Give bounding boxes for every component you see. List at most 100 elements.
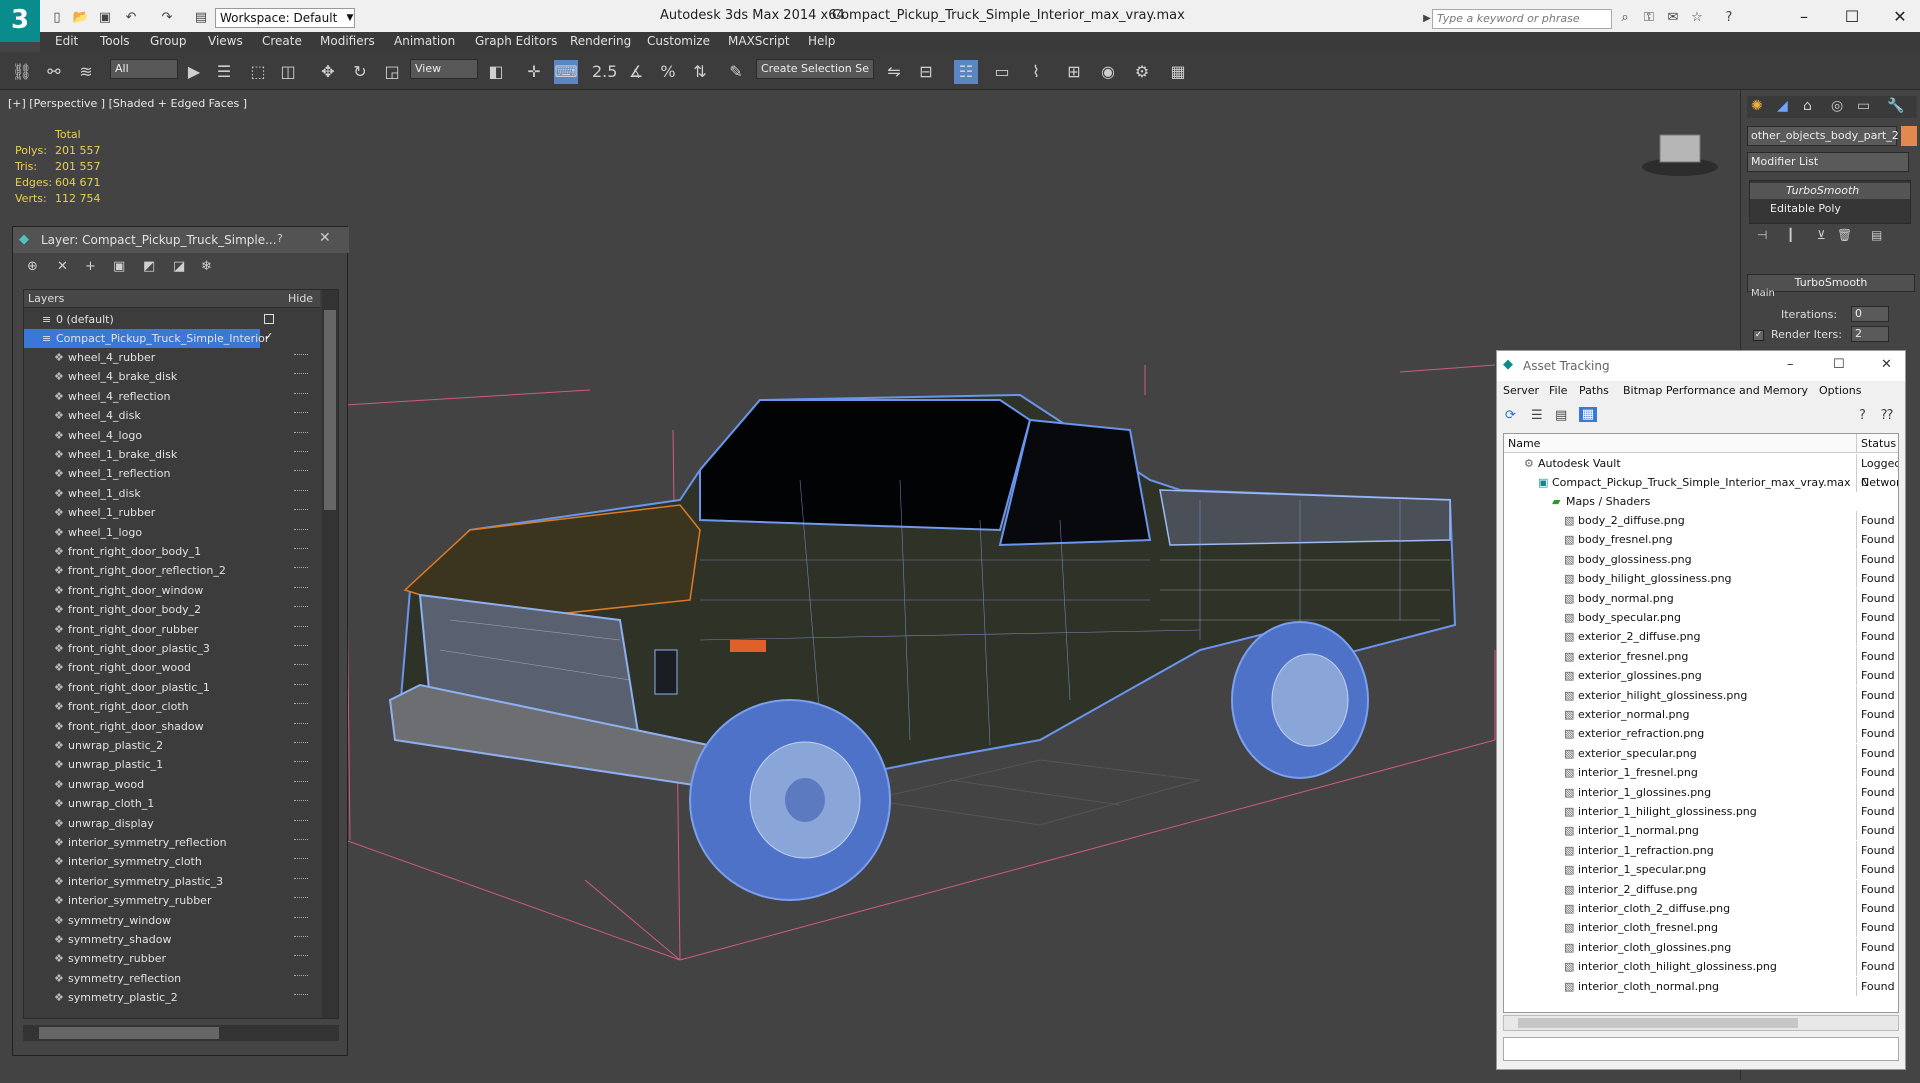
asset-map-row[interactable]: ▧ interior_cloth_glossines.png Found: [1504, 937, 1898, 957]
menu-paths[interactable]: Paths: [1579, 384, 1609, 397]
hide-toggle[interactable]: [294, 645, 308, 651]
help-icon[interactable]: ?: [1720, 9, 1738, 27]
hide-toggle[interactable]: [294, 683, 308, 690]
asset-path-field[interactable]: [1503, 1037, 1899, 1061]
scrollbar-thumb[interactable]: [1518, 1018, 1798, 1028]
menu-help[interactable]: Help: [808, 34, 835, 48]
freeze-all-layers-icon[interactable]: ❄: [201, 259, 212, 274]
layer-dialog-titlebar[interactable]: ◆ Layer: Compact_Pickup_Truck_Simple... …: [13, 227, 349, 253]
layer-row[interactable]: ❖ front_right_door_window: [24, 581, 320, 600]
object-color-swatch[interactable]: [1901, 126, 1917, 146]
current-layer-box[interactable]: [264, 314, 274, 324]
hide-toggle[interactable]: [294, 722, 308, 729]
help-button[interactable]: ?: [277, 232, 283, 245]
refresh-icon[interactable]: ⟳: [1505, 408, 1516, 423]
schematic-view-icon[interactable]: ⊞: [1062, 60, 1086, 84]
select-manipulate-icon[interactable]: ✛: [522, 60, 546, 84]
iterations-spinner[interactable]: 0: [1851, 306, 1889, 322]
rectangular-selection-icon[interactable]: ⬚: [246, 60, 270, 84]
hide-toggle[interactable]: [294, 703, 308, 709]
hide-toggle[interactable]: [294, 412, 308, 418]
named-selection-sets-dropdown[interactable]: Create Selection Se: [756, 59, 874, 79]
redo-icon[interactable]: ↷: [158, 9, 176, 27]
hide-toggle[interactable]: [294, 916, 308, 923]
asset-map-row[interactable]: ▧ interior_cloth_normal.png Found: [1504, 976, 1898, 996]
binoculars-icon[interactable]: ⌕: [1616, 9, 1634, 27]
create-layer-icon[interactable]: ⊕: [27, 259, 38, 274]
layer-row[interactable]: ❖ wheel_4_logo: [24, 426, 320, 445]
asset-map-row[interactable]: ▧ exterior_glossines.png Found: [1504, 666, 1898, 686]
select-and-link-icon[interactable]: ⛓: [10, 60, 34, 84]
hide-toggle[interactable]: [294, 625, 308, 632]
layer-row[interactable]: ❖ symmetry_window: [24, 911, 320, 930]
hide-toggle[interactable]: [294, 606, 308, 612]
unlink-icon[interactable]: ⚯: [42, 60, 66, 84]
layer-row[interactable]: ❖ interior_symmetry_cloth: [24, 852, 320, 871]
layer-row[interactable]: ❖ front_right_door_rubber: [24, 620, 320, 639]
menu-modifiers[interactable]: Modifiers: [320, 34, 375, 48]
asset-map-row[interactable]: ▧ interior_2_diffuse.png Found: [1504, 879, 1898, 899]
hide-toggle[interactable]: [294, 548, 308, 554]
asset-map-row[interactable]: ▧ interior_1_specular.png Found: [1504, 860, 1898, 880]
hide-toggle[interactable]: [294, 877, 308, 884]
maximize-icon[interactable]: ☐: [1833, 357, 1845, 372]
asset-map-row[interactable]: ▧ exterior_normal.png Found: [1504, 705, 1898, 724]
layer-row[interactable]: ❖ unwrap_cloth_1: [24, 794, 320, 813]
edit-named-selection-icon[interactable]: ✎: [724, 60, 748, 84]
keyboard-shortcut-override-icon[interactable]: ⌨: [554, 60, 578, 84]
hide-toggle[interactable]: [294, 528, 308, 535]
rotate-icon[interactable]: ↻: [348, 60, 372, 84]
menu-views[interactable]: Views: [208, 34, 243, 48]
project-folder-icon[interactable]: ▤: [192, 9, 210, 27]
menu-group[interactable]: Group: [150, 34, 187, 48]
display-tab-icon[interactable]: ▭: [1857, 98, 1870, 114]
object-name-field[interactable]: other_objects_body_part_2: [1747, 126, 1899, 146]
layer-row[interactable]: ❖ front_right_door_plastic_3: [24, 639, 320, 658]
asset-horizontal-scrollbar[interactable]: [1503, 1015, 1899, 1031]
mirror-icon[interactable]: ⇋: [882, 60, 906, 84]
material-editor-icon[interactable]: ◉: [1096, 60, 1120, 84]
asset-row-maps-group[interactable]: ▰ Maps / Shaders: [1504, 492, 1898, 511]
minimize-icon[interactable]: –: [1784, 5, 1824, 29]
motion-tab-icon[interactable]: ◎: [1831, 98, 1843, 114]
layer-row[interactable]: ❖ front_right_door_reflection_2: [24, 561, 320, 580]
hide-toggle[interactable]: [294, 974, 308, 981]
layer-row[interactable]: ❖ wheel_1_logo: [24, 523, 320, 542]
menu-edit[interactable]: Edit: [55, 34, 78, 48]
workspace-dropdown[interactable]: Workspace: Default: [215, 8, 355, 28]
show-end-result-icon[interactable]: ┃: [1787, 228, 1794, 242]
hide-toggle[interactable]: [294, 955, 308, 961]
asset-map-row[interactable]: ▧ interior_1_hilight_glossiness.png Found: [1504, 802, 1898, 821]
menu-rendering[interactable]: Rendering: [570, 34, 631, 48]
layer-row[interactable]: ❖ wheel_4_reflection: [24, 387, 320, 406]
remove-modifier-icon[interactable]: 🗑: [1837, 228, 1852, 242]
asset-map-row[interactable]: ▧ interior_1_fresnel.png Found: [1504, 763, 1898, 783]
hide-toggle[interactable]: [294, 451, 308, 457]
layer-row[interactable]: ❖ wheel_4_rubber: [24, 348, 320, 367]
layer-row[interactable]: ❖ wheel_1_rubber: [24, 503, 320, 522]
communication-icon[interactable]: ✉: [1664, 9, 1682, 27]
menu-customize[interactable]: Customize: [647, 34, 710, 48]
layer-row[interactable]: ❖ wheel_4_brake_disk: [24, 367, 320, 386]
layer-row[interactable]: ❖ unwrap_plastic_2: [24, 736, 320, 755]
asset-map-row[interactable]: ▧ interior_cloth_hilight_glossiness.png Fo…: [1504, 957, 1898, 977]
asset-titlebar[interactable]: ◆ Asset Tracking – ☐ ✕: [1497, 351, 1905, 381]
layer-row-default[interactable]: ≡ 0 (default): [24, 310, 320, 329]
window-crossing-icon[interactable]: ◫: [276, 60, 300, 84]
asset-map-row[interactable]: ▧ exterior_2_diffuse.png Found: [1504, 627, 1898, 647]
hide-toggle[interactable]: [294, 489, 308, 496]
hide-toggle[interactable]: [294, 761, 308, 767]
horizontal-scrollbar[interactable]: [23, 1025, 339, 1041]
layer-row[interactable]: ❖ front_right_door_plastic_1: [24, 678, 320, 697]
layer-row[interactable]: ❖ front_right_door_shadow: [24, 717, 320, 736]
help-icon[interactable]: ?: [1859, 408, 1866, 423]
add-selected-icon[interactable]: +: [85, 259, 96, 274]
render-iters-checkbox[interactable]: ✓: [1753, 330, 1764, 341]
open-file-icon[interactable]: 📂: [72, 9, 90, 27]
list-view-icon[interactable]: ☰: [1531, 408, 1543, 423]
table-view-icon[interactable]: ▦: [1579, 407, 1597, 422]
layers-column-header[interactable]: Layers: [28, 292, 64, 305]
layer-list-scrollbar[interactable]: [322, 290, 338, 1018]
hide-all-layers-icon[interactable]: ◪: [173, 259, 185, 274]
hide-toggle[interactable]: [294, 819, 308, 826]
